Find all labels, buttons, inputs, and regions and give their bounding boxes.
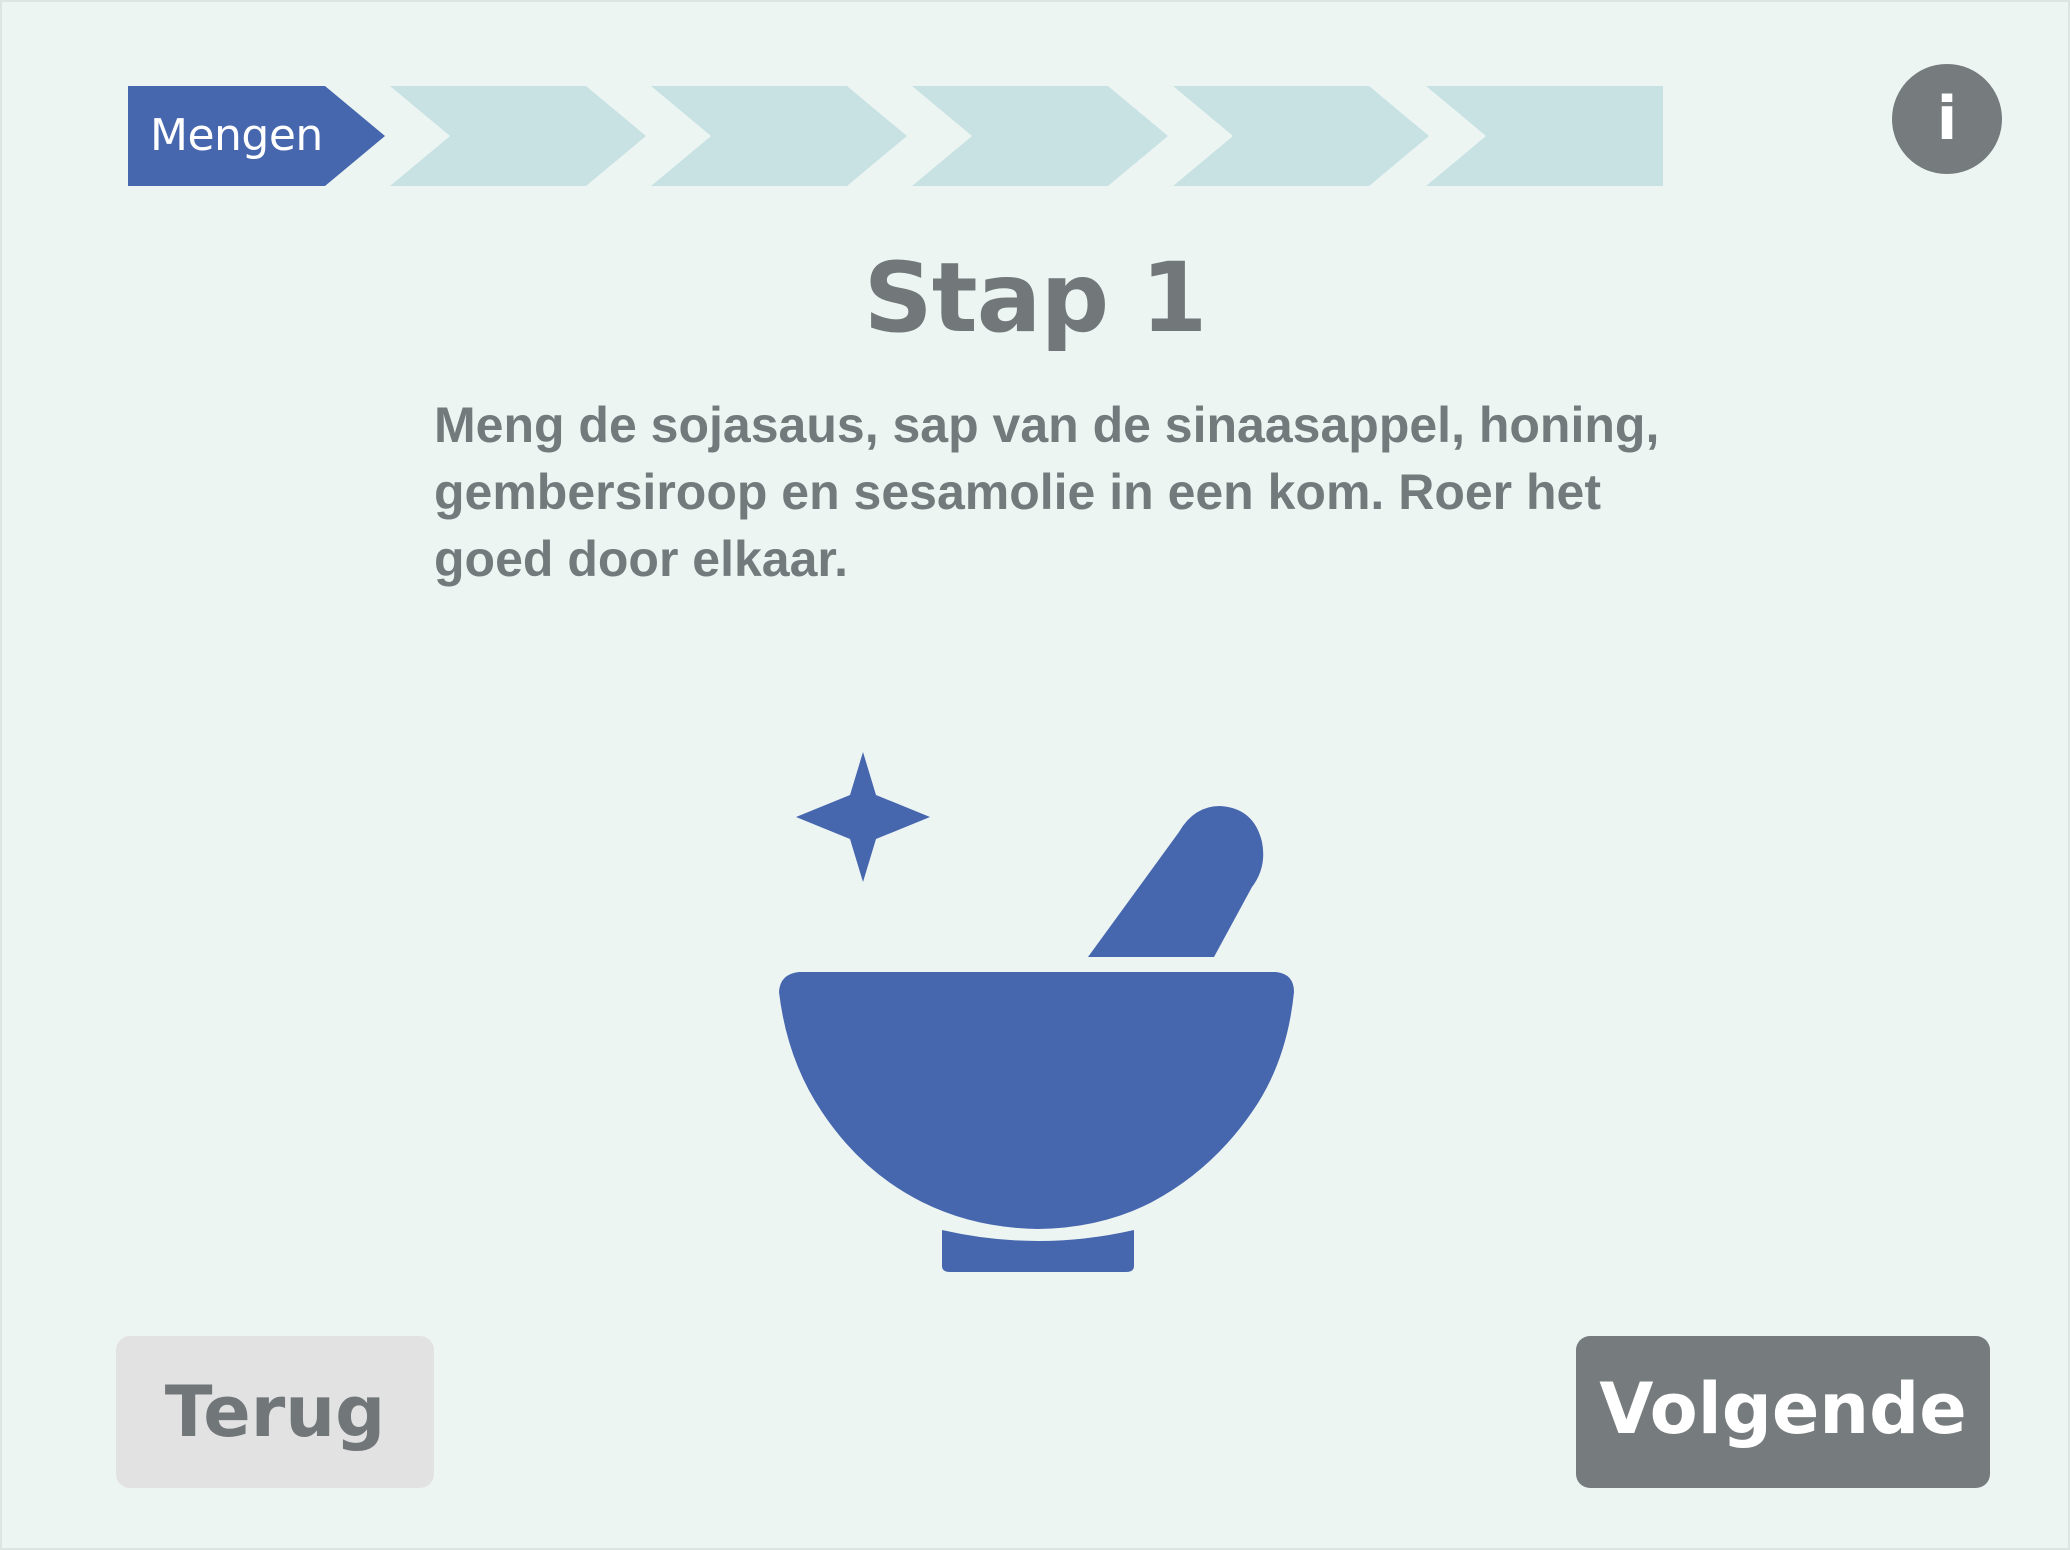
pestle bbox=[1088, 806, 1264, 957]
back-button[interactable]: Terug bbox=[116, 1336, 434, 1488]
progress-step-3 bbox=[651, 86, 907, 186]
mortar-and-pestle-icon bbox=[779, 806, 1294, 1272]
progress-chevrons bbox=[128, 86, 1663, 186]
mortar-and-pestle-illustration bbox=[779, 752, 1294, 1272]
progress-step-5 bbox=[1173, 86, 1429, 186]
progress-bar: Mengen bbox=[128, 86, 1668, 186]
info-icon: i bbox=[1936, 84, 1958, 154]
current-step-label: Mengen bbox=[150, 110, 323, 161]
progress-step-6 bbox=[1426, 86, 1663, 186]
sparkle-icon bbox=[796, 752, 930, 882]
progress-step-4 bbox=[912, 86, 1168, 186]
mortar-base bbox=[942, 1230, 1134, 1272]
recipe-step-screen: Mengen i Stap 1 Meng de sojasaus, sap va… bbox=[0, 0, 2070, 1550]
progress-step-2 bbox=[390, 86, 646, 186]
mortar-bowl bbox=[779, 972, 1294, 1229]
step-title: Stap 1 bbox=[863, 242, 1208, 354]
info-button[interactable]: i bbox=[1892, 64, 2002, 174]
next-button[interactable]: Volgende bbox=[1576, 1336, 1990, 1488]
step-instruction: Meng de sojasaus, sap van de sinaasappel… bbox=[434, 397, 1660, 587]
